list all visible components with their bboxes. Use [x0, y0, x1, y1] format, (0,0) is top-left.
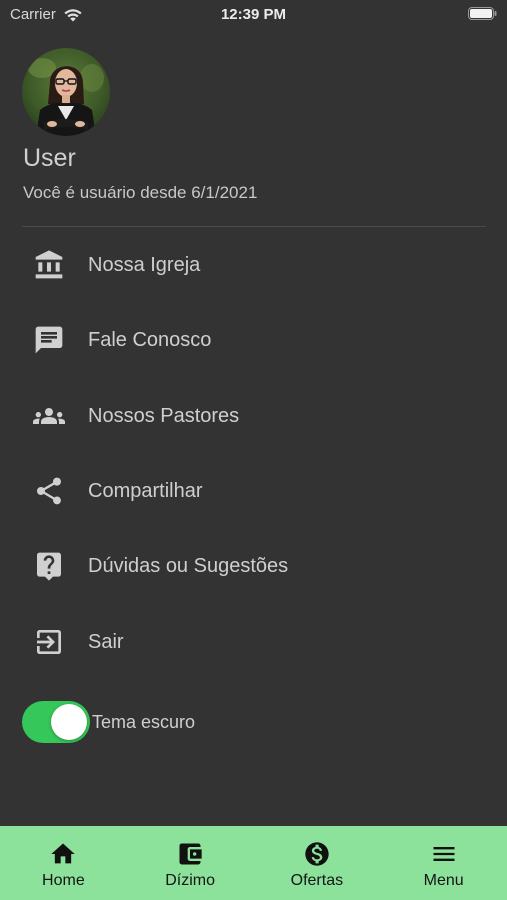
tab-label: Dízimo [165, 872, 216, 889]
home-icon [51, 843, 76, 864]
menu-item-label: Nossos Pastores [88, 404, 240, 427]
menu-item-label: Compartilhar [88, 479, 203, 502]
divider [22, 226, 486, 227]
tab-ofertas[interactable]: Ofertas [254, 826, 381, 900]
menu-item-label: Sair [88, 630, 124, 653]
message-icon [32, 323, 66, 357]
menu-item-nossos-pastores[interactable]: Nossos Pastores [0, 390, 507, 442]
dark-theme-toggle[interactable] [22, 701, 90, 743]
help-icon [32, 549, 66, 583]
status-bar: Carrier 12:39 PM [0, 0, 507, 32]
tab-label: Menu [423, 872, 464, 889]
dark-theme-label: Tema escuro [92, 711, 196, 732]
avatar [22, 48, 110, 136]
dollar-icon [305, 842, 329, 866]
tab-bar: Home Dízimo Ofertas Menu [0, 826, 507, 900]
menu-icon [433, 847, 455, 861]
menu-item-duvidas-sugestoes[interactable]: Dúvidas ou Sugestões [0, 540, 507, 592]
menu-item-label: Nossa Igreja [88, 253, 201, 276]
menu-item-label: Fale Conosco [88, 328, 212, 351]
dark-theme-row: Tema escuro [22, 700, 322, 744]
menu-item-nossa-igreja[interactable]: Nossa Igreja [0, 239, 507, 291]
tab-dizimo[interactable]: Dízimo [127, 826, 254, 900]
menu-item-compartilhar[interactable]: Compartilhar [0, 465, 507, 517]
tab-label: Home [42, 872, 85, 889]
clock: 12:39 PM [220, 6, 287, 23]
toggle-knob [51, 704, 87, 740]
member-since-text: Você é usuário desde 6/1/2021 [23, 183, 258, 202]
avatar-photo [22, 48, 110, 136]
menu-item-sair[interactable]: Sair [0, 616, 507, 668]
battery-icon [468, 7, 497, 20]
share-icon [32, 474, 66, 508]
menu-item-fale-conosco[interactable]: Fale Conosco [0, 314, 507, 366]
user-name: User [23, 144, 76, 172]
tab-menu[interactable]: Menu [380, 826, 507, 900]
people-icon [32, 399, 66, 433]
exit-icon [32, 625, 66, 659]
tab-home[interactable]: Home [0, 826, 127, 900]
tab-label: Ofertas [290, 872, 344, 889]
menu-item-label: Dúvidas ou Sugestões [88, 554, 289, 577]
wallet-icon [179, 843, 202, 865]
bank-icon [32, 248, 66, 282]
